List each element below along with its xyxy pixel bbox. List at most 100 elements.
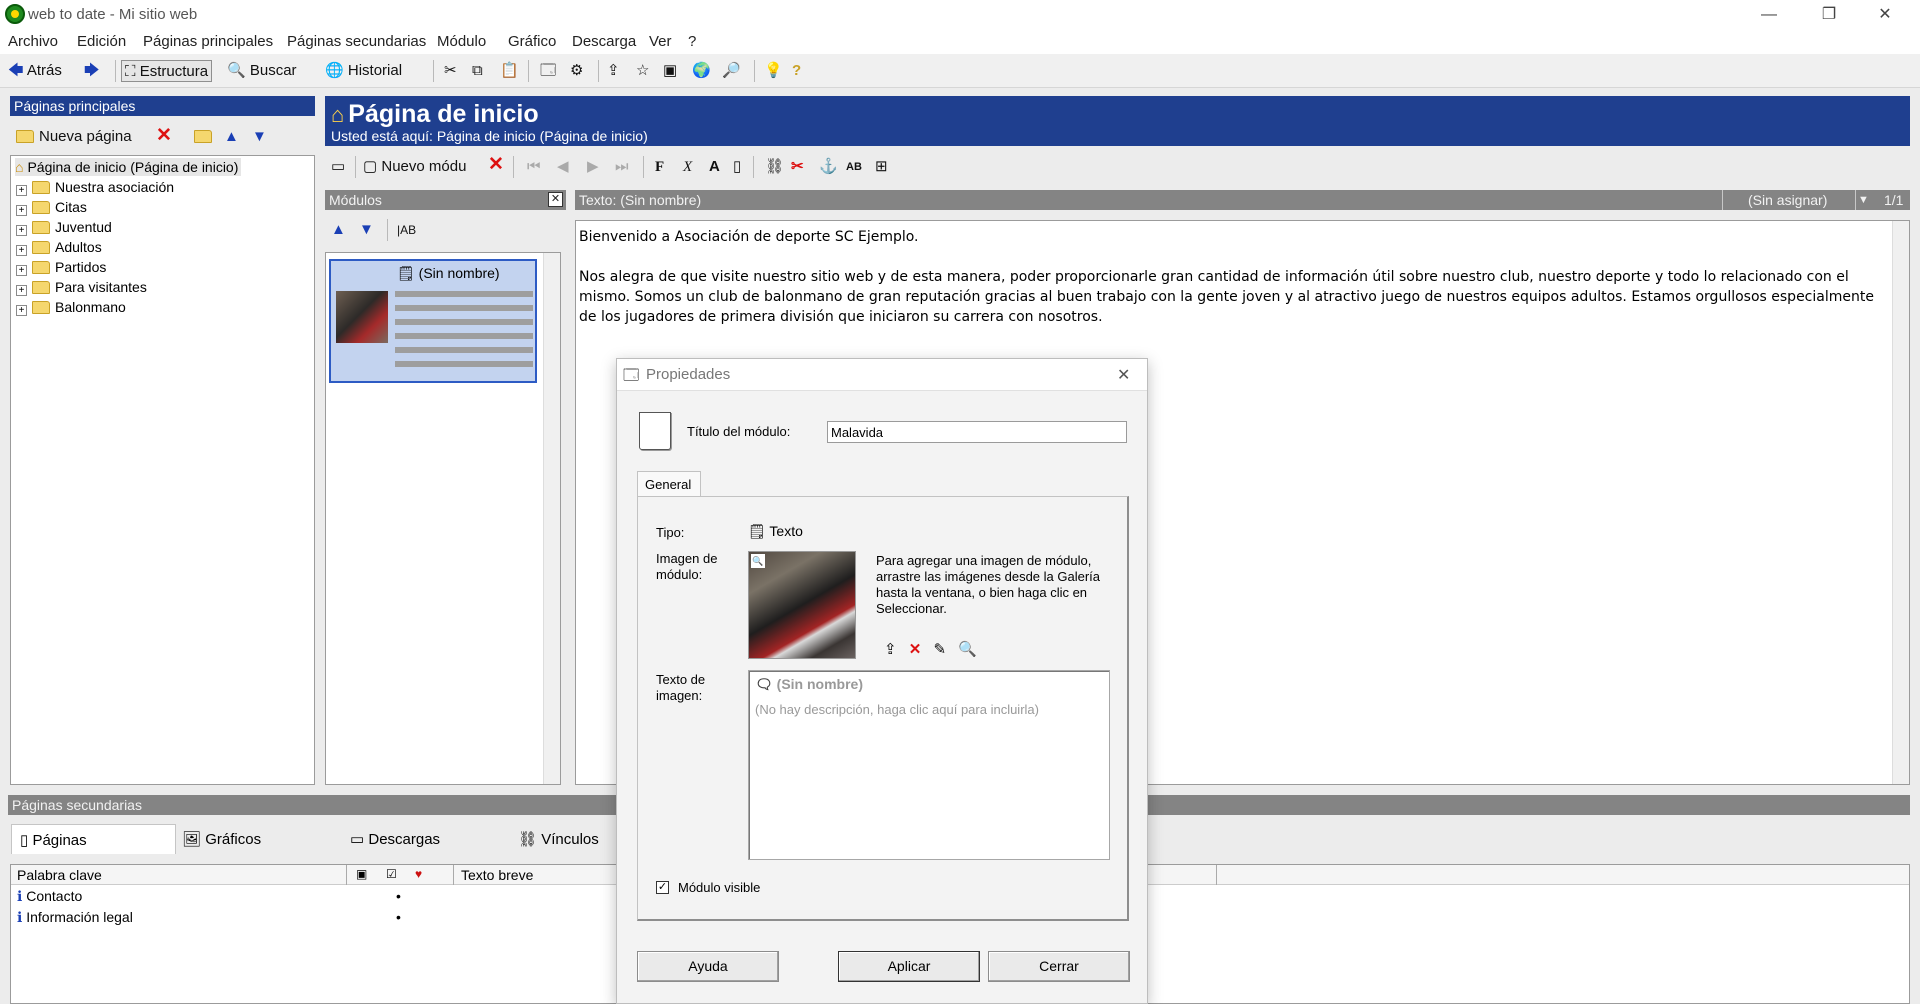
back-button[interactable]: 🡄 Atrás: [8, 60, 62, 82]
search-button[interactable]: 🔍 Buscar: [227, 60, 297, 82]
expand-icon[interactable]: +: [16, 285, 27, 296]
module-down-button[interactable]: ▼: [359, 219, 374, 241]
check-column-icon[interactable]: ☑: [386, 867, 397, 881]
cancel-button[interactable]: Cerrar: [988, 951, 1130, 982]
font-color-button[interactable]: A: [709, 156, 720, 178]
tree-item[interactable]: + Adultos: [16, 238, 102, 256]
menu-paginas-principales[interactable]: Páginas principales: [143, 33, 273, 50]
tree-item[interactable]: + Citas: [16, 198, 87, 216]
image-column-icon[interactable]: ▣: [356, 867, 367, 881]
column-keyword[interactable]: Palabra clave: [17, 867, 102, 883]
copy-button[interactable]: ⧉: [472, 60, 483, 82]
text-content[interactable]: Bienvenido a Asociación de deporte SC Ej…: [579, 227, 1889, 327]
module-up-button[interactable]: ▲: [331, 219, 346, 241]
assign-dropdown[interactable]: (Sin asignar): [1748, 190, 1827, 210]
tree-item[interactable]: + Partidos: [16, 258, 106, 276]
menu-help[interactable]: ?: [688, 33, 696, 50]
module-image[interactable]: 🔍: [748, 551, 856, 659]
cut-button[interactable]: ✂: [444, 60, 457, 82]
menu-edicion[interactable]: Edición: [77, 33, 126, 50]
help-button[interactable]: ?: [792, 60, 801, 82]
heart-column-icon[interactable]: ♥: [415, 867, 422, 881]
delete-page-button[interactable]: ✕: [156, 125, 172, 147]
link-button[interactable]: ⛓: [765, 156, 784, 178]
table-row[interactable]: ℹ Contacto: [17, 888, 82, 905]
prev-button[interactable]: ◀: [557, 156, 569, 178]
edit-image-icon[interactable]: ✎: [934, 641, 947, 658]
tree-item[interactable]: + Juventud: [16, 218, 112, 236]
settings-button[interactable]: ⚙: [570, 60, 583, 82]
menu-archivo[interactable]: Archivo: [8, 33, 58, 50]
visible-checkbox[interactable]: ✓: [656, 881, 669, 894]
tree-item[interactable]: + Balonmano: [16, 298, 126, 316]
first-button[interactable]: ⏮: [527, 156, 541, 178]
delete-module-button[interactable]: ✕: [488, 154, 504, 176]
move-up-button[interactable]: ▲: [224, 126, 239, 148]
properties-button[interactable]: 🗔: [540, 60, 556, 82]
expand-icon[interactable]: +: [16, 185, 27, 196]
bold-button[interactable]: F: [655, 156, 664, 178]
tab-general[interactable]: General: [637, 471, 701, 497]
italic-button[interactable]: X: [683, 156, 692, 178]
menu-modulo[interactable]: Módulo: [437, 33, 486, 50]
menu-paginas-secundarias[interactable]: Páginas secundarias: [287, 33, 426, 50]
expand-icon[interactable]: +: [16, 265, 27, 276]
favorites-button[interactable]: ☆: [636, 60, 649, 82]
web-button[interactable]: 🌍: [692, 60, 711, 82]
menu-descarga[interactable]: Descarga: [572, 33, 636, 50]
image-button[interactable]: ▣: [663, 60, 677, 82]
magnify-icon[interactable]: 🔍: [958, 641, 977, 658]
help-button[interactable]: Ayuda: [637, 951, 779, 982]
table-row[interactable]: ℹ Información legal: [17, 909, 133, 926]
minimize-button[interactable]: —: [1746, 2, 1792, 28]
new-page-button[interactable]: Nueva página: [16, 126, 132, 148]
module-card[interactable]: 🗒 (Sin nombre): [329, 259, 537, 383]
forward-button[interactable]: 🡆: [84, 60, 106, 82]
column-short-text[interactable]: Texto breve: [461, 867, 533, 883]
move-down-button[interactable]: ▼: [252, 126, 267, 148]
text-scrollbar[interactable]: [1892, 221, 1909, 784]
tab-paginas[interactable]: ▯ Páginas: [11, 824, 176, 854]
remove-image-icon[interactable]: ✕: [909, 641, 922, 658]
dialog-close-button[interactable]: ✕: [1117, 365, 1130, 385]
anchor-button[interactable]: ⚓: [819, 156, 838, 178]
field-button[interactable]: ▯: [733, 156, 741, 178]
chevron-down-icon[interactable]: ▼: [1858, 190, 1869, 210]
tree-item[interactable]: + Para visitantes: [16, 278, 147, 296]
next-button[interactable]: ▶: [587, 156, 599, 178]
last-button[interactable]: ⏭: [615, 156, 629, 178]
tips-button[interactable]: 💡: [764, 60, 783, 82]
tree-item[interactable]: + Nuestra asociación: [16, 178, 174, 196]
modules-scrollbar[interactable]: [543, 253, 560, 784]
publish-button[interactable]: ⇪: [607, 60, 620, 82]
close-window-button[interactable]: ✕: [1862, 2, 1908, 28]
menu-grafico[interactable]: Gráfico: [508, 33, 556, 50]
preview-button[interactable]: 🔎: [722, 60, 741, 82]
tree-root-home[interactable]: ⌂ Página de inicio (Página de inicio): [15, 158, 242, 176]
close-modules-button[interactable]: ✕: [548, 192, 563, 207]
zoom-icon[interactable]: 🔍: [751, 554, 765, 568]
open-folder-button[interactable]: [194, 126, 217, 148]
unlink-button[interactable]: ✂: [791, 156, 804, 178]
module-title-input[interactable]: [827, 421, 1127, 443]
expand-icon[interactable]: +: [16, 225, 27, 236]
restore-button[interactable]: ❐: [1806, 2, 1852, 28]
table-button[interactable]: ⊞: [875, 156, 888, 178]
structure-button[interactable]: ⛶ Estructura: [121, 60, 213, 82]
menu-ver[interactable]: Ver: [649, 33, 672, 50]
tab-descargas[interactable]: ▭ Descargas: [350, 830, 440, 848]
history-button[interactable]: 🌐 Historial: [325, 60, 402, 82]
image-text-desc[interactable]: (No hay descripción, haga clic aquí para…: [755, 702, 1039, 717]
expand-icon[interactable]: +: [16, 245, 27, 256]
new-module-button[interactable]: ▢ Nuevo módu: [363, 156, 466, 178]
apply-button[interactable]: Aplicar: [838, 951, 980, 982]
expand-icon[interactable]: +: [16, 305, 27, 316]
select-image-icon[interactable]: ⇪: [884, 641, 897, 658]
image-text-box[interactable]: 🗨 (Sin nombre) (No hay descripción, haga…: [748, 670, 1110, 860]
tab-graficos[interactable]: 🖼 Gráficos: [182, 830, 261, 848]
rename-module-button[interactable]: |AB: [397, 219, 416, 241]
module-view-button[interactable]: ▭: [331, 156, 345, 178]
paste-button[interactable]: 📋: [500, 60, 519, 82]
spellcheck-button[interactable]: AB: [846, 156, 862, 178]
tab-vinculos[interactable]: ⛓ Vínculos: [518, 830, 599, 848]
